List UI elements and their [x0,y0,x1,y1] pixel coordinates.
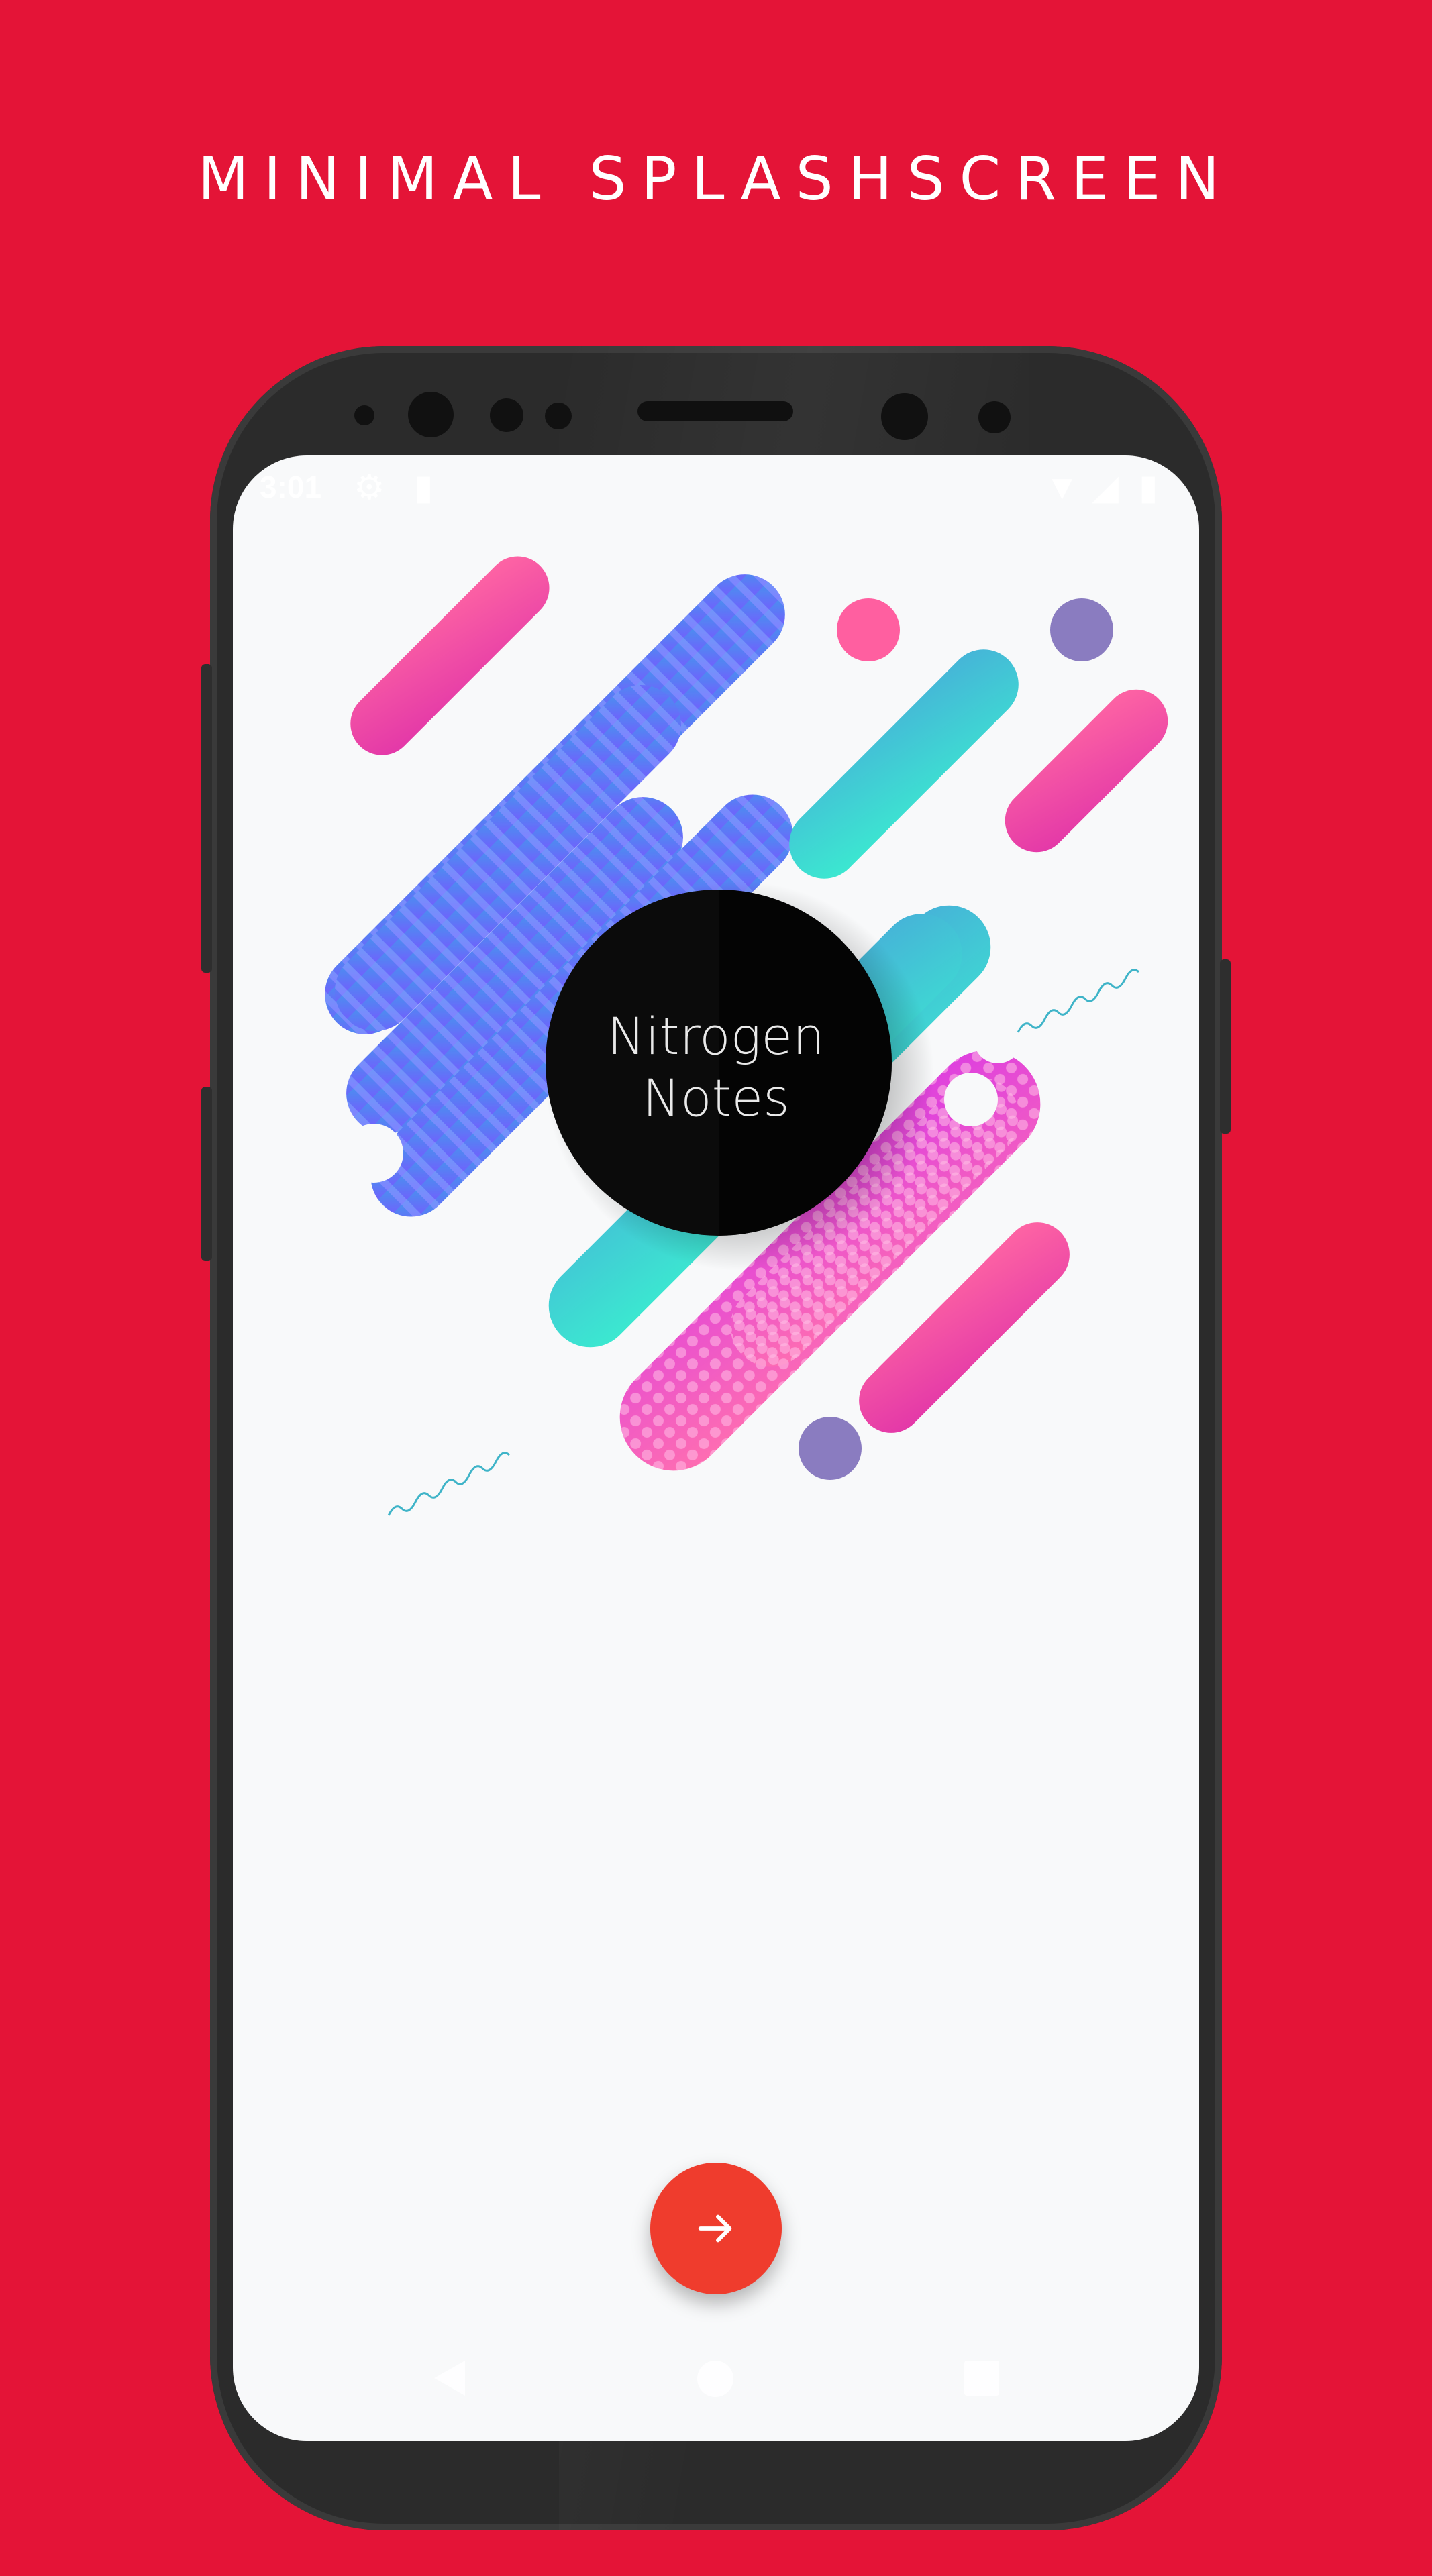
app-name-line1: Nitrogen [607,1006,825,1066]
purple-dot [1050,598,1113,661]
next-button[interactable] [650,2163,782,2294]
headline: MINIMAL SPLASHSCREEN [197,144,1235,213]
home-icon[interactable] [697,2361,733,2397]
wifi-icon: ▼ [1045,468,1080,507]
phone-screen: 3:01 ⚙ ▮ ▼ ◢ ▮ Nitrogen Notes [233,455,1199,2441]
sensor-dot [978,401,1011,433]
app-name: Nitrogen Notes [536,1006,896,1129]
pink-pill-shape-right [1005,689,1168,853]
pink-dot [837,598,900,661]
sd-card-icon: ▮ [414,468,433,507]
status-bar: 3:01 ⚙ ▮ ▼ ◢ ▮ [233,455,1199,523]
squiggle-line [1017,969,1140,1033]
arrow-right-icon [698,2214,732,2243]
iris-camera [881,393,928,440]
navigation-bar [233,2361,1199,2441]
recents-icon[interactable] [964,2361,999,2396]
earpiece-speaker [637,401,793,421]
pink-pill-shape [350,556,550,755]
abstract-artwork [325,556,1168,1516]
sensor-dot [490,398,523,432]
bixby-button [201,1087,212,1261]
purple-dot-bottom [799,1417,862,1480]
power-button [1220,959,1231,1134]
sensor-dot [354,405,374,425]
settings-icon: ⚙ [354,468,385,507]
status-time: 3:01 [260,470,322,504]
back-icon[interactable] [434,2361,465,2396]
teal-pill-shape [789,649,1019,879]
battery-icon: ▮ [1139,468,1158,507]
sensor-dot [545,402,572,429]
signal-icon: ◢ [1092,468,1119,507]
front-camera [408,392,454,437]
volume-button [201,664,212,973]
app-name-line2: Notes [642,1068,790,1128]
squiggle-line [387,1452,511,1516]
